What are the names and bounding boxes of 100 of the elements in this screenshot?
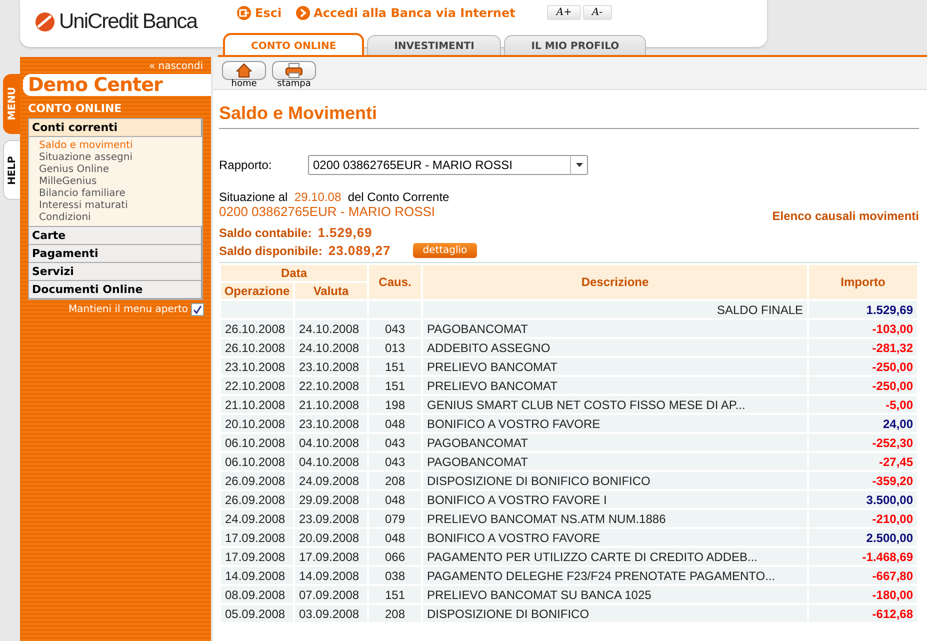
table-cell: PAGAMENTO DELEGHE F23/F24 PRENOTATE PAGAMENTO...: [423, 567, 807, 584]
menu-group[interactable]: Conti correnti: [29, 119, 202, 137]
nav-tab[interactable]: IL MIO PROFILO: [504, 35, 646, 56]
table-cell: 03.09.2008: [295, 605, 368, 622]
table-cell: 24.09.2008: [295, 472, 368, 489]
table-cell: 21.10.2008: [221, 396, 293, 413]
dropdown-arrow-icon[interactable]: [576, 163, 582, 167]
table-cell: 24.10.2008: [295, 320, 368, 337]
table-cell: 23.09.2008: [295, 510, 368, 527]
table-cell: 24,00: [809, 415, 917, 432]
logo-icon: [35, 12, 55, 32]
exit-icon: [237, 6, 251, 20]
table-cell: PRELIEVO BANCOMAT: [423, 358, 807, 375]
table-cell: -27,45: [809, 453, 917, 470]
menu-group[interactable]: Carte: [29, 227, 202, 245]
causali-link[interactable]: Elenco causali movimenti: [772, 209, 919, 223]
table-cell: 17.09.2008: [295, 548, 368, 565]
table-cell: SALDO FINALE: [423, 301, 807, 318]
table-cell: 26.09.2008: [221, 472, 293, 489]
table-cell: 151: [369, 358, 422, 375]
table-cell: 048: [369, 415, 422, 432]
table-cell: PAGOBANCOMAT: [423, 320, 807, 337]
section-title: CONTO ONLINE: [28, 102, 123, 115]
balance-value: 1.529,69: [318, 225, 372, 240]
table-cell: PAGOBANCOMAT: [423, 453, 807, 470]
table-cell: -1.468,69: [809, 548, 917, 565]
table-cell: 043: [369, 434, 422, 451]
table-cell: -281,32: [809, 339, 917, 356]
printer-icon: [285, 63, 303, 78]
table-cell: -180,00: [809, 586, 917, 603]
table-cell: DISPOSIZIONE DI BONIFICO BONIFICO: [423, 472, 807, 489]
table-cell: PRELIEVO BANCOMAT SU BANCA 1025: [423, 586, 807, 603]
table-cell: 038: [369, 567, 422, 584]
table-cell: -667,80: [809, 567, 917, 584]
table-cell: 2.500,00: [809, 529, 917, 546]
table-cell: 14.09.2008: [295, 567, 368, 584]
page-title: Saldo e Movimenti: [219, 103, 919, 129]
table-cell: 20.10.2008: [221, 415, 293, 432]
table-cell: -612,68: [809, 605, 917, 622]
table-cell: 23.10.2008: [295, 415, 368, 432]
rapporto-select[interactable]: 0200 03862765EUR - MARIO ROSSI: [308, 155, 588, 175]
table-cell: DISPOSIZIONE DI BONIFICO: [423, 605, 807, 622]
menu-item[interactable]: Condizioni: [39, 212, 202, 224]
table-cell: 043: [369, 320, 422, 337]
table-cell: 05.09.2008: [221, 605, 293, 622]
menu-item[interactable]: Interessi maturati: [39, 200, 202, 212]
menu-group[interactable]: Pagamenti: [29, 245, 202, 263]
table-cell: -250,00: [809, 377, 917, 394]
account-name: 0200 03862765EUR - MARIO ROSSI: [219, 204, 436, 219]
table-cell: 048: [369, 529, 422, 546]
table-cell: -210,00: [809, 510, 917, 527]
table-cell: 07.09.2008: [295, 586, 368, 603]
table-cell: 26.09.2008: [221, 491, 293, 508]
column-header: Valuta: [295, 283, 368, 299]
table-cell: 151: [369, 586, 422, 603]
table-cell: 04.10.2008: [295, 453, 368, 470]
house-icon: [236, 63, 252, 78]
nav-tab[interactable]: INVESTIMENTI: [367, 35, 502, 56]
table-cell: BONIFICO A VOSTRO FAVORE: [423, 529, 807, 546]
table-cell: 013: [369, 339, 422, 356]
side-tab[interactable]: HELP: [3, 140, 21, 200]
table-cell: 066: [369, 548, 422, 565]
table-cell: 043: [369, 453, 422, 470]
menu-item[interactable]: MilleGenius: [39, 176, 202, 188]
table-cell: 17.09.2008: [221, 529, 293, 546]
table-cell: PAGOBANCOMAT: [423, 434, 807, 451]
table-cell: -252,30: [809, 434, 917, 451]
column-header: Descrizione: [423, 265, 807, 299]
table-cell: 06.10.2008: [221, 453, 293, 470]
table-cell: ADDEBITO ASSEGNO: [423, 339, 807, 356]
menu-group[interactable]: Documenti Online: [29, 281, 202, 299]
keep-open-checkbox[interactable]: [191, 303, 204, 316]
table-cell: 079: [369, 510, 422, 527]
column-header: Data: [221, 265, 368, 281]
table-cell: 048: [369, 491, 422, 508]
menu-item[interactable]: Situazione assegni: [39, 152, 202, 164]
table-cell: 23.10.2008: [221, 358, 293, 375]
sidebar-title: Demo Center: [23, 74, 211, 96]
table-cell: 29.09.2008: [295, 491, 368, 508]
menu-item[interactable]: Genius Online: [39, 164, 202, 176]
menu-item[interactable]: Bilancio familiare: [39, 188, 202, 200]
table-cell: 20.09.2008: [295, 529, 368, 546]
keep-open-label: Mantieni il menu aperto: [68, 304, 188, 315]
table-cell: 06.10.2008: [221, 434, 293, 451]
table-cell: 26.10.2008: [221, 339, 293, 356]
column-header: Operazione: [221, 283, 293, 299]
table-cell: BONIFICO A VOSTRO FAVORE: [423, 415, 807, 432]
table-cell: 151: [369, 377, 422, 394]
menu-group[interactable]: Servizi: [29, 263, 202, 281]
column-header: Importo: [809, 265, 917, 299]
column-header: Caus.: [369, 265, 422, 299]
table-cell: 14.09.2008: [221, 567, 293, 584]
font-size-button[interactable]: A+: [547, 5, 581, 20]
table-cell: 208: [369, 605, 422, 622]
table-cell: PAGAMENTO PER UTILIZZO CARTE DI CREDITO ADDEB...: [423, 548, 807, 565]
table-cell: 24.10.2008: [295, 339, 368, 356]
table-cell: 21.10.2008: [295, 396, 368, 413]
balance-label: Saldo contabile:: [219, 226, 312, 240]
font-size-button[interactable]: A-: [582, 5, 612, 20]
balance-label: Saldo disponibile:: [219, 244, 322, 258]
